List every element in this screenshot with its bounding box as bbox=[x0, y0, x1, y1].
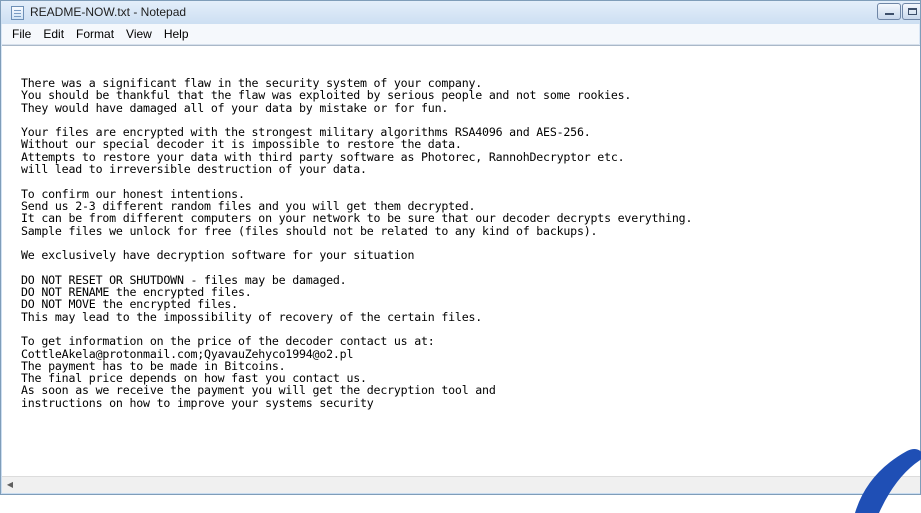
notepad-window: README-NOW.txt - Notepad File Edit Forma… bbox=[0, 0, 921, 495]
minimize-button[interactable] bbox=[877, 3, 901, 20]
menu-view[interactable]: View bbox=[120, 24, 158, 44]
menu-edit[interactable]: Edit bbox=[37, 24, 70, 44]
document-text[interactable]: There was a significant flaw in the secu… bbox=[2, 46, 920, 409]
caption-buttons bbox=[876, 3, 920, 21]
chevron-left-icon[interactable]: ◀ bbox=[2, 477, 18, 493]
window-title: README-NOW.txt - Notepad bbox=[30, 5, 187, 19]
menu-file[interactable]: File bbox=[6, 24, 37, 44]
maximize-button[interactable] bbox=[902, 3, 920, 20]
text-editor[interactable]: There was a significant flaw in the secu… bbox=[2, 45, 920, 477]
menu-bar: File Edit Format View Help bbox=[2, 24, 919, 45]
menu-format[interactable]: Format bbox=[70, 24, 120, 44]
notepad-icon[interactable] bbox=[11, 6, 24, 20]
horizontal-scrollbar[interactable]: ◀ bbox=[2, 476, 920, 493]
menu-help[interactable]: Help bbox=[158, 24, 195, 44]
title-bar[interactable]: README-NOW.txt - Notepad bbox=[1, 1, 920, 24]
